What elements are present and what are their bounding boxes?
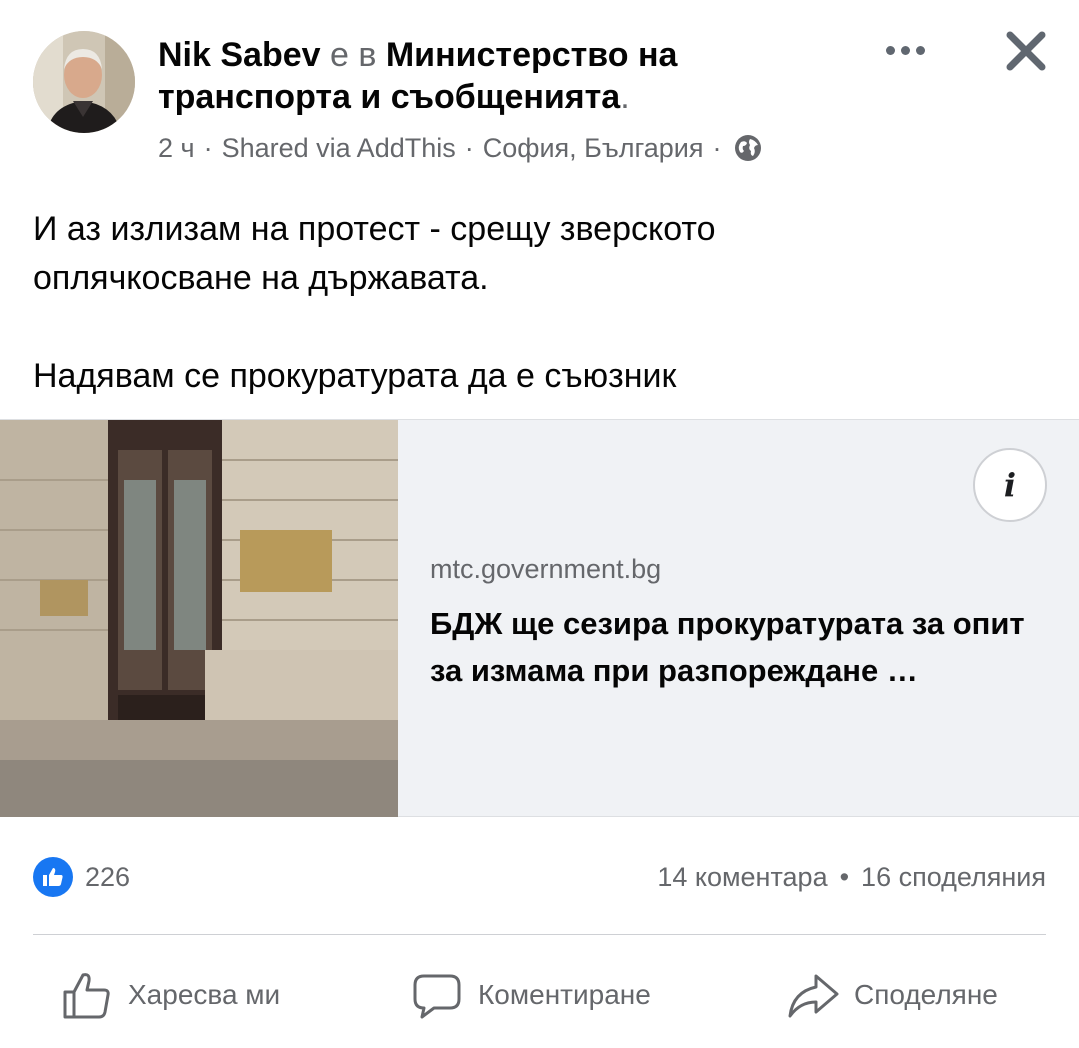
post-text-line: И аз излизам на протест - срещу зверскот… (33, 210, 716, 248)
post-title: Nik Sabev е в Министерство на транспорта… (158, 34, 848, 118)
avatar[interactable] (33, 31, 135, 133)
thumbs-up-icon (33, 857, 73, 897)
link-headline[interactable]: БДЖ ще сезира прокуратурата за опит за и… (430, 600, 1060, 694)
meta-separator: · (464, 133, 474, 163)
thumbs-up-icon (63, 973, 110, 1019)
share-icon (788, 974, 839, 1018)
is-in-text: е в (320, 36, 386, 74)
share-label: Споделяне (854, 979, 998, 1010)
counts-separator: • (839, 861, 850, 892)
globe-icon (733, 133, 763, 163)
post-location[interactable]: София, България (483, 131, 704, 165)
more-icon[interactable] (880, 30, 930, 70)
post-header: Nik Sabev е в Министерство на транспорта… (0, 0, 1079, 190)
meta-separator: · (712, 133, 722, 163)
reaction-count: 226 (85, 861, 131, 892)
divider (33, 934, 1046, 935)
author-name[interactable]: Nik Sabev (158, 36, 321, 74)
meta-separator: · (203, 133, 213, 163)
post-text: И аз излизам на протест - срещу зверскот… (33, 205, 1043, 401)
post-time[interactable]: 2 ч (158, 131, 195, 165)
close-icon[interactable] (1000, 25, 1052, 77)
shared-via: Shared via AddThis (221, 133, 456, 163)
reaction-summary[interactable]: 226 (33, 857, 130, 897)
like-button[interactable]: Харесва ми (60, 955, 280, 1035)
link-domain: mtc.government.bg (430, 554, 662, 584)
action-bar: Харесва ми Коментиране Споделяне (0, 955, 1079, 1035)
comment-icon (413, 974, 461, 1019)
comment-button[interactable]: Коментиране (410, 955, 651, 1035)
share-button[interactable]: Споделяне (786, 955, 998, 1035)
engagement-counts: 14 коментара • 16 споделяния (657, 857, 1046, 897)
link-preview-image[interactable] (0, 420, 398, 817)
post-meta: 2 ч · Shared via AddThis · София, Българ… (158, 131, 763, 165)
like-label: Харесва ми (128, 979, 281, 1010)
comment-label: Коментиране (478, 979, 651, 1010)
info-icon[interactable]: i (973, 448, 1047, 522)
share-count[interactable]: 16 споделяния (861, 862, 1046, 893)
comment-count[interactable]: 14 коментара (657, 862, 827, 893)
title-period: . (620, 78, 630, 116)
post-text-line: Надявам се прокуратурата да е съюзник (33, 357, 677, 395)
post-text-line: оплячкосване на държавата. (33, 259, 489, 297)
